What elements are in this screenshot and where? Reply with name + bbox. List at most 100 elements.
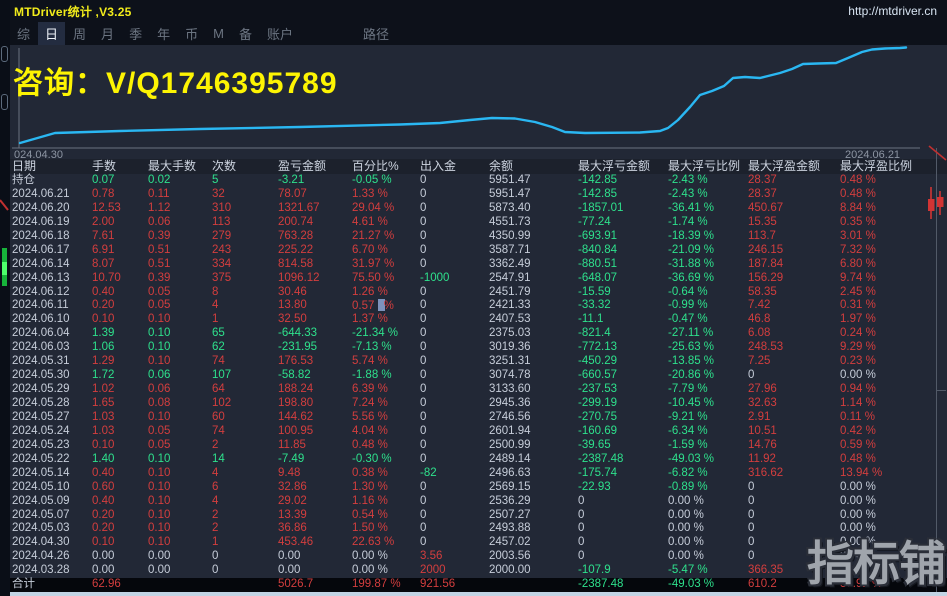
value-cell: 0	[748, 495, 840, 509]
table-row[interactable]: 2024.04.260.000.0000.000.00 %3.562003.56…	[0, 550, 947, 564]
date-cell: 2024.05.23	[12, 439, 92, 453]
table-row[interactable]: 2024.06.110.200.05413.800.57 %02421.33-3…	[0, 299, 947, 313]
value-cell: 9.48	[278, 467, 352, 481]
table-header-row: 日期手数最大手数次数盈亏金额百分比%出入金余额最大浮亏金额最大浮亏比例最大浮盈金…	[0, 159, 947, 174]
menu-item-年[interactable]: 年	[150, 22, 177, 45]
column-header[interactable]: 最大浮亏比例	[668, 159, 748, 174]
menu-item-月[interactable]: 月	[94, 22, 121, 45]
value-cell: -9.21 %	[668, 411, 748, 425]
table-row[interactable]: 2024.05.271.030.1060144.625.56 %02746.56…	[0, 411, 947, 425]
value-cell: -36.41 %	[668, 202, 748, 216]
value-cell: 248.53	[748, 341, 840, 355]
value-cell: -6.34 %	[668, 425, 748, 439]
vendor-url[interactable]: http://mtdriver.cn	[848, 4, 937, 18]
table-row[interactable]: 2024.05.311.290.1074176.535.74 %03251.31…	[0, 355, 947, 369]
value-cell: 1321.67	[278, 202, 352, 216]
value-cell: 3.56	[420, 550, 489, 564]
value-cell: 3.01 %	[840, 230, 947, 244]
table-row[interactable]: 2024.05.241.030.0574100.954.04 %02601.94…	[0, 425, 947, 439]
value-cell: 58.35	[748, 286, 840, 300]
table-row[interactable]: 2024.06.192.000.06113200.744.61 %04551.7…	[0, 216, 947, 230]
value-cell: 0	[420, 299, 489, 314]
table-row[interactable]: 2024.06.2012.531.123101321.6729.04 %0587…	[0, 202, 947, 216]
left-scroll-handle-icon[interactable]	[1, 46, 8, 62]
value-cell: -5.47 %	[668, 564, 748, 578]
value-cell: 0.00 %	[668, 550, 748, 564]
table-row[interactable]: 2024.04.300.100.101453.4622.63 %02457.02…	[0, 536, 947, 550]
value-cell: 0.60	[92, 481, 148, 495]
value-cell: 5873.40	[489, 202, 578, 216]
value-cell: 814.58	[278, 258, 352, 272]
value-cell: 0.54 %	[352, 509, 420, 523]
title-bar: MTDriver统计 ,V3.25 http://mtdriver.cn	[0, 0, 947, 22]
table-row[interactable]: 2024.05.281.650.08102198.807.24 %02945.3…	[0, 397, 947, 411]
table-row[interactable]: 2024.05.230.100.05211.850.48 %02500.99-3…	[0, 439, 947, 453]
value-cell: -18.39 %	[668, 230, 748, 244]
table-row[interactable]: 2024.06.176.910.51243225.226.70 %03587.7…	[0, 244, 947, 258]
table-row[interactable]: 2024.06.210.780.113278.071.33 %05951.47-…	[0, 188, 947, 202]
menu-item-M[interactable]: M	[206, 24, 231, 43]
left-scroll-handle-icon[interactable]	[1, 94, 8, 110]
table-row[interactable]: 2024.06.041.390.1065-644.33-21.34 %02375…	[0, 327, 947, 341]
value-cell: 0.10	[148, 327, 212, 341]
column-header[interactable]: 余额	[489, 159, 578, 174]
value-cell: 75.50 %	[352, 272, 420, 286]
value-cell: 5026.7	[278, 578, 352, 592]
table-row-total[interactable]: 合计62.965026.7199.87 %921.56-2387.48-49.0…	[0, 578, 947, 592]
table-row[interactable]: 持仓0.070.025-3.21-0.05 %05951.47-142.85-2…	[0, 174, 947, 188]
table-row[interactable]: 2024.06.120.400.05830.461.26 %02451.79-1…	[0, 286, 947, 300]
value-cell: 0	[748, 369, 840, 383]
column-header[interactable]: 盈亏金额	[278, 159, 352, 174]
value-cell: -142.85	[578, 174, 668, 188]
table-row[interactable]: 2024.06.031.060.1062-231.95-7.13 %03019.…	[0, 341, 947, 355]
column-header[interactable]: 手数	[92, 159, 148, 174]
value-cell: 13.94 %	[840, 467, 947, 481]
value-cell: 0.57 %	[352, 299, 420, 314]
table-row[interactable]: 2024.05.070.200.10213.390.54 %02507.2700…	[0, 509, 947, 523]
table-row[interactable]: 2024.06.1310.700.393751096.1275.50 %-100…	[0, 272, 947, 286]
column-header[interactable]: 百分比%	[352, 159, 420, 174]
menu-item-周[interactable]: 周	[66, 22, 93, 45]
value-cell: 316.62	[748, 467, 840, 481]
menu-item-日[interactable]: 日	[38, 22, 65, 45]
date-cell: 2024.05.03	[12, 522, 92, 536]
menu-item-币[interactable]: 币	[178, 22, 205, 45]
column-header[interactable]: 出入金	[420, 159, 489, 174]
value-cell: -39.65	[578, 439, 668, 453]
value-cell: -10.45 %	[668, 397, 748, 411]
date-cell: 2024.06.03	[12, 341, 92, 355]
column-header[interactable]: 最大浮亏金额	[578, 159, 668, 174]
table-row[interactable]: 2024.05.030.200.10236.861.50 %02493.8800…	[0, 522, 947, 536]
value-cell: 1.03	[92, 425, 148, 439]
value-cell: 453.46	[278, 536, 352, 550]
column-header[interactable]: 日期	[12, 159, 92, 174]
date-cell: 2024.05.22	[12, 453, 92, 467]
value-cell: 27.96	[748, 383, 840, 397]
value-cell: 375	[212, 272, 278, 286]
value-cell: 1.03	[92, 411, 148, 425]
table-row[interactable]: 2024.06.187.610.39279763.2821.27 %04350.…	[0, 230, 947, 244]
table-row[interactable]: 2024.05.140.400.1049.480.38 %-822496.63-…	[0, 467, 947, 481]
column-header[interactable]: 最大手数	[148, 159, 212, 174]
column-header[interactable]: 最大浮盈金额	[748, 159, 840, 174]
value-cell: 0.05	[148, 299, 212, 314]
menu-item-备[interactable]: 备	[232, 22, 259, 45]
menu-item-path[interactable]: 路径	[363, 24, 389, 43]
table-row[interactable]: 2024.05.291.020.0664188.246.39 %03133.60…	[0, 383, 947, 397]
value-cell: 2457.02	[489, 536, 578, 550]
table-row[interactable]: 2024.05.090.400.10429.021.16 %02536.2900…	[0, 495, 947, 509]
table-row[interactable]: 2024.05.100.600.10632.861.30 %02569.15-2…	[0, 481, 947, 495]
value-cell: -1000	[420, 272, 489, 286]
value-cell: 0.00 %	[840, 509, 947, 523]
table-row[interactable]: 2024.06.100.100.10132.501.37 %02407.53-1…	[0, 313, 947, 327]
value-cell: 0.31 %	[840, 299, 947, 314]
date-cell: 2024.05.24	[12, 425, 92, 439]
column-header[interactable]: 次数	[212, 159, 278, 174]
menu-item-账户[interactable]: 账户	[260, 22, 300, 45]
table-row[interactable]: 2024.05.221.400.1014-7.49-0.30 %02489.14…	[0, 453, 947, 467]
table-row[interactable]: 2024.03.280.000.0000.000.00 %20002000.00…	[0, 564, 947, 578]
menu-item-季[interactable]: 季	[122, 22, 149, 45]
table-row[interactable]: 2024.05.301.720.06107-58.82-1.88 %03074.…	[0, 369, 947, 383]
table-row[interactable]: 2024.06.148.070.51334814.5831.97 %03362.…	[0, 258, 947, 272]
menu-item-综[interactable]: 综	[10, 22, 37, 45]
